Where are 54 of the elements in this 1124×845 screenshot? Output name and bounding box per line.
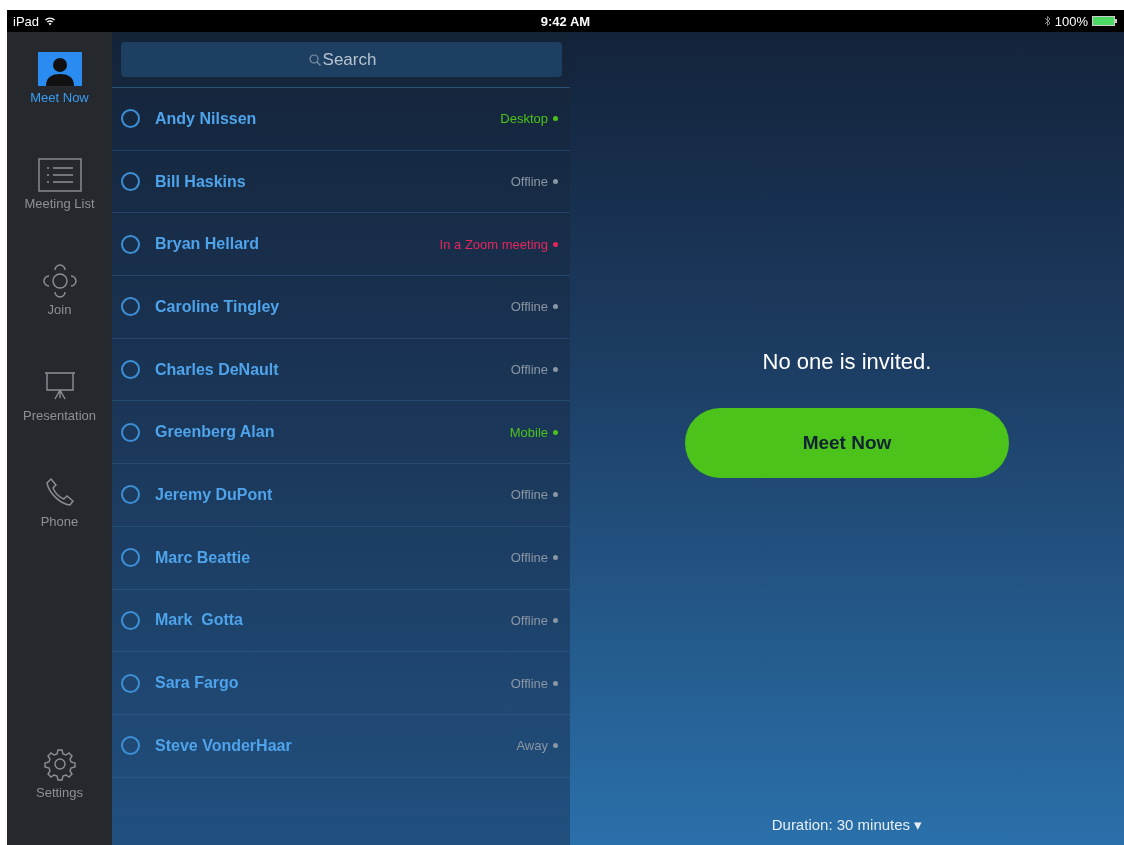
presence-status: Offline — [510, 362, 548, 378]
search-field[interactable]: Search — [121, 42, 562, 77]
sidebar-item[interactable]: Presentation — [7, 362, 112, 468]
contact-name: Sara Fargo — [155, 674, 239, 693]
contact-name: Caroline Tingley — [155, 297, 280, 316]
select-circle[interactable] — [121, 297, 140, 317]
person-icon — [37, 52, 82, 86]
select-circle[interactable] — [121, 485, 140, 505]
empty-invite-message: No one is invited. — [762, 349, 932, 375]
select-circle[interactable] — [121, 422, 140, 442]
presence-status: Offline — [510, 299, 548, 315]
select-circle[interactable] — [121, 109, 140, 129]
meet-now-button[interactable]: Meet Now — [685, 408, 1009, 478]
contact-name: Bryan Hellard — [155, 235, 260, 254]
sidebar-item[interactable]: Join — [7, 256, 112, 362]
contact-name: Charles DeNault — [155, 360, 279, 379]
presence-status: Offline — [510, 550, 548, 566]
sidebar-item[interactable]: Meet Now — [7, 44, 112, 150]
presence-status: In a Zoom meeting — [439, 236, 548, 252]
presence-status: Offline — [510, 487, 548, 503]
bluetooth-icon — [1043, 15, 1051, 27]
battery-icon — [1092, 16, 1118, 26]
search-icon — [309, 54, 321, 66]
sidebar-item[interactable]: Settings — [7, 739, 112, 845]
presence-status: Mobile — [509, 424, 548, 440]
select-circle[interactable] — [121, 610, 140, 630]
select-circle[interactable] — [121, 548, 140, 568]
device-name: iPad — [13, 13, 40, 29]
sidebar-item[interactable]: Phone — [7, 468, 112, 574]
select-circle[interactable] — [121, 673, 140, 693]
contact-name: Steve VonderHaar — [155, 736, 292, 755]
select-circle[interactable] — [121, 736, 140, 756]
select-circle[interactable] — [121, 172, 140, 192]
wifi-icon — [44, 16, 57, 26]
presence-status: Offline — [510, 612, 548, 628]
contact-name: Jeremy DuPont — [155, 485, 273, 504]
join-icon — [42, 264, 77, 298]
settings-icon — [42, 747, 77, 781]
presence-status: Away — [516, 738, 548, 754]
contact-name: Mark Gotta — [155, 611, 243, 630]
select-circle[interactable] — [121, 234, 140, 254]
contact-name: Bill Haskins — [155, 172, 246, 191]
contact-name: Andy Nilssen — [155, 109, 257, 128]
presence-status: Offline — [510, 174, 548, 190]
select-circle[interactable] — [121, 360, 140, 380]
contact-name: Marc Beattie — [155, 548, 251, 567]
sidebar-item[interactable]: Meeting List — [7, 150, 112, 256]
duration-selector[interactable]: Duration: 30 minutes ▾ — [765, 815, 929, 835]
list-icon — [37, 158, 82, 192]
contact-name: Greenberg Alan — [155, 423, 275, 442]
presence-status: Offline — [510, 675, 548, 691]
battery-percent: 100% — [1054, 13, 1088, 29]
clock: 9:42 AM — [540, 13, 591, 29]
presence-status: Desktop — [500, 111, 548, 127]
